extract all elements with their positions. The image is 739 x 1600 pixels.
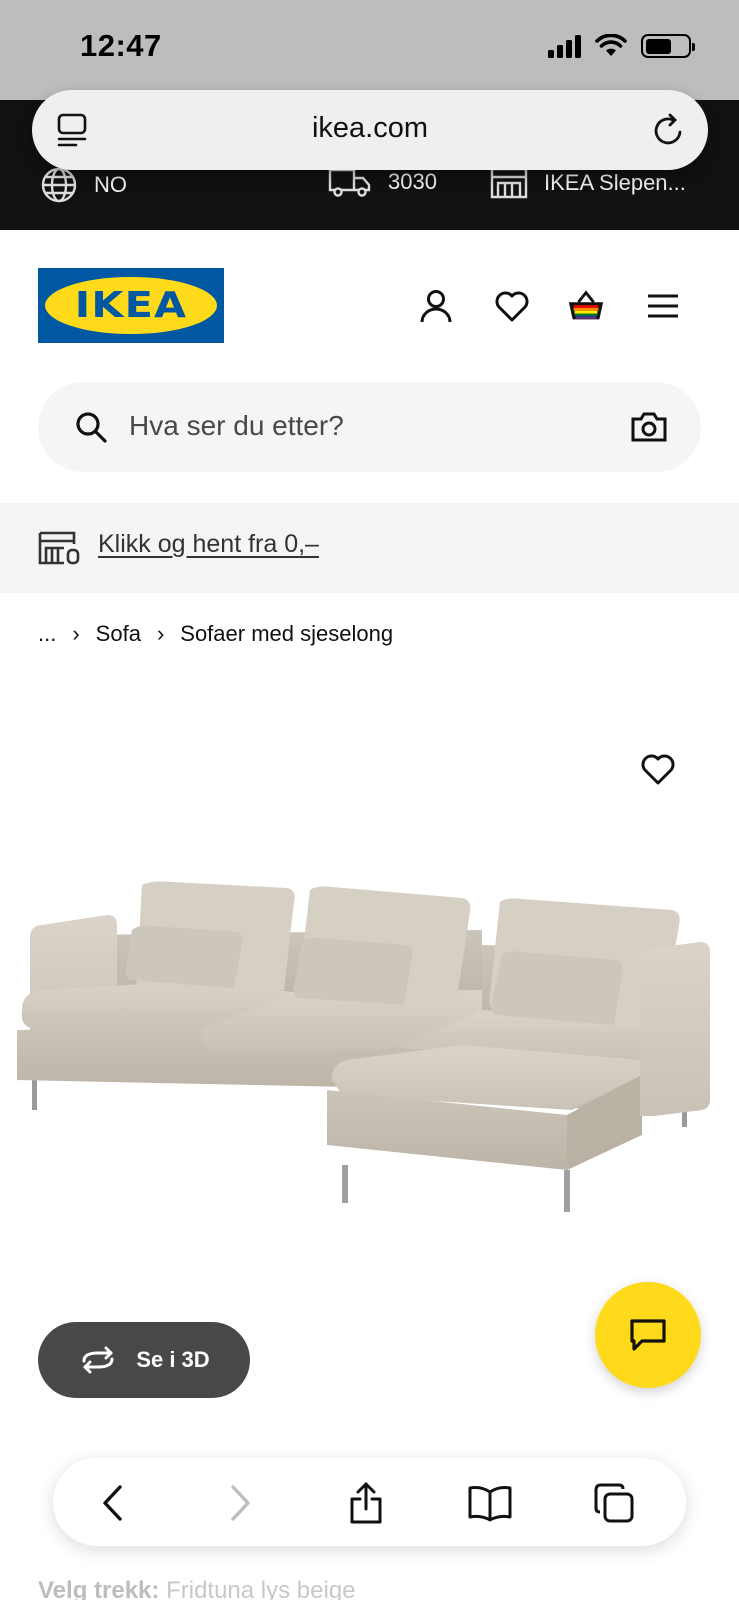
account-icon xyxy=(420,290,452,323)
bookmarks-button[interactable] xyxy=(467,1480,513,1526)
postal-code-selector[interactable]: 3030 xyxy=(328,166,437,198)
country-code: NO xyxy=(94,172,127,197)
breadcrumb: ... › Sofa › Sofaer med sjeselong xyxy=(38,621,393,647)
camera-icon[interactable] xyxy=(631,411,667,443)
status-time: 12:47 xyxy=(80,28,162,63)
favourites-button[interactable] xyxy=(492,286,532,326)
ikea-logo[interactable]: IKEA xyxy=(38,268,224,343)
reload-icon[interactable] xyxy=(652,112,686,148)
browser-url-bar[interactable]: ikea.com xyxy=(32,90,708,170)
select-cover-value: Fridtuna lys beige xyxy=(166,1577,356,1600)
chat-button[interactable] xyxy=(595,1282,701,1388)
menu-icon xyxy=(648,294,678,318)
heart-icon xyxy=(495,291,529,322)
click-collect-link[interactable]: Klikk og hent fra 0,– xyxy=(98,530,319,559)
status-bar: 12:47 xyxy=(0,0,739,100)
search-icon xyxy=(76,412,107,443)
cellular-signal-icon xyxy=(548,34,581,58)
rotate-3d-icon xyxy=(82,1346,114,1374)
postal-code: 3030 xyxy=(388,169,437,194)
account-button[interactable] xyxy=(416,286,456,326)
globe-icon xyxy=(41,167,77,203)
url-text: ikea.com xyxy=(311,112,429,144)
heart-icon xyxy=(641,754,675,785)
back-button[interactable] xyxy=(90,1480,136,1526)
breadcrumb-item-sofa[interactable]: Sofa xyxy=(96,621,141,647)
forward-button[interactable] xyxy=(217,1480,263,1526)
product-image[interactable] xyxy=(12,880,732,1240)
logo-text: IKEA xyxy=(74,285,188,326)
chat-icon xyxy=(630,1319,666,1351)
chevron-left-icon xyxy=(103,1485,122,1521)
share-button[interactable] xyxy=(343,1480,389,1526)
search-input[interactable]: Hva ser du etter? xyxy=(129,410,344,442)
store-name: IKEA Slepen... xyxy=(544,170,686,195)
click-collect-banner: Klikk og hent fra 0,– xyxy=(0,503,739,593)
menu-button[interactable] xyxy=(643,286,683,326)
view-3d-label: Se i 3D xyxy=(136,1347,210,1372)
cart-icon xyxy=(568,290,604,320)
chevron-right-icon xyxy=(231,1485,250,1521)
chevron-right-icon: › xyxy=(72,621,80,646)
view-3d-button[interactable]: Se i 3D xyxy=(38,1322,250,1398)
country-selector[interactable]: NO xyxy=(40,166,127,204)
chevron-right-icon: › xyxy=(156,621,165,646)
store-selector[interactable]: IKEA Slepen... xyxy=(490,166,686,200)
add-to-favourites-button[interactable] xyxy=(640,752,676,791)
select-cover-label: Velg trekk: Fridtuna lys beige xyxy=(38,1577,356,1600)
search-bar[interactable]: Hva ser du etter? xyxy=(38,382,701,472)
store-pickup-icon xyxy=(38,531,80,565)
status-icons xyxy=(548,34,695,58)
tabs-icon xyxy=(594,1483,634,1523)
battery-icon xyxy=(641,34,695,58)
breadcrumb-ellipsis[interactable]: ... xyxy=(38,621,56,647)
store-icon xyxy=(490,167,528,199)
truck-icon xyxy=(328,168,371,197)
wifi-icon xyxy=(595,34,627,56)
book-icon xyxy=(468,1486,512,1522)
select-cover-heading: Velg trekk: xyxy=(38,1577,160,1600)
breadcrumb-item-chaise[interactable]: Sofaer med sjeselong xyxy=(180,621,393,647)
share-icon xyxy=(350,1482,382,1524)
tabs-button[interactable] xyxy=(591,1480,637,1526)
cart-button[interactable] xyxy=(566,286,606,326)
browser-toolbar xyxy=(53,1458,686,1546)
